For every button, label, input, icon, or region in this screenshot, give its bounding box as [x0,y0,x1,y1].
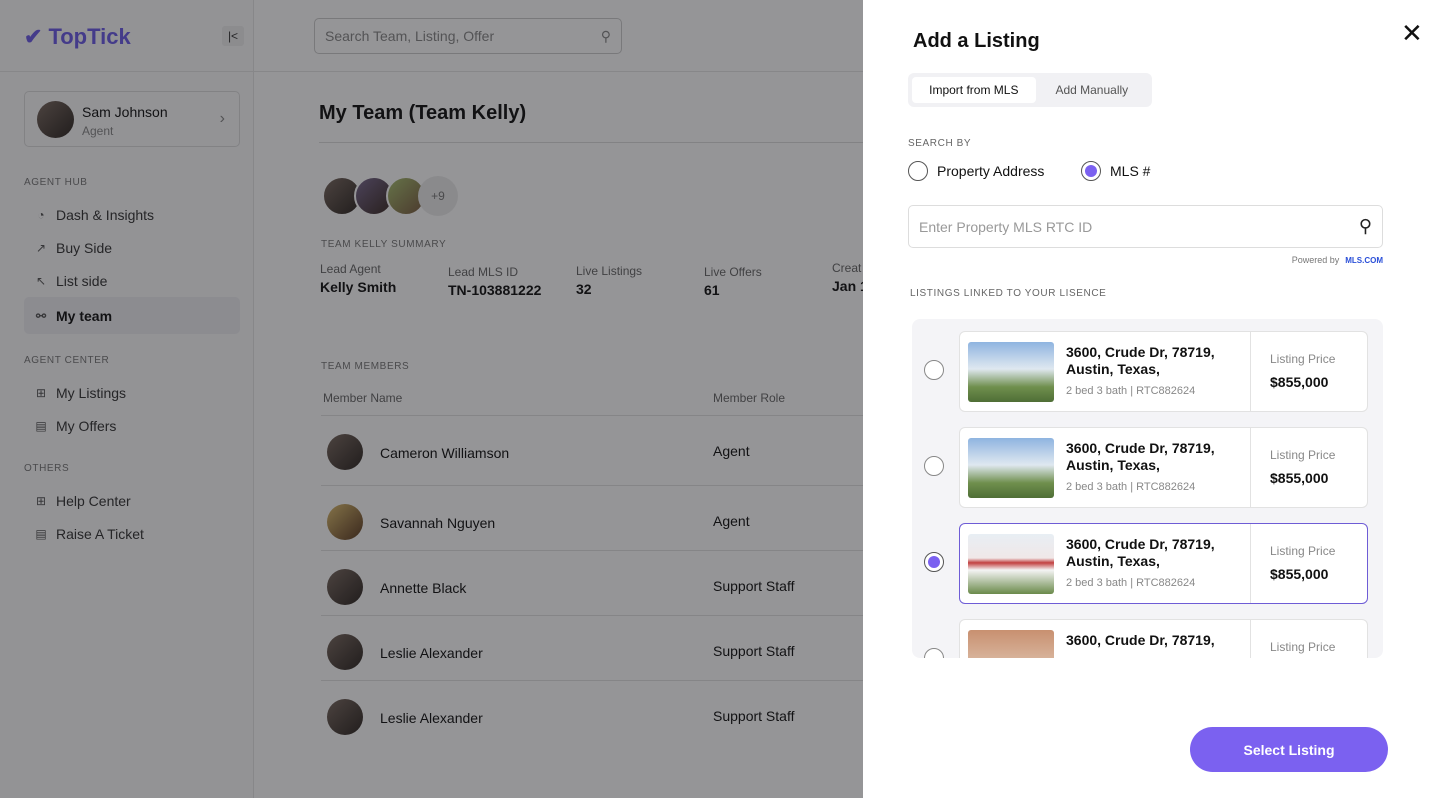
tabs: Import from MLS Add Manually [908,73,1152,107]
listing-address: 3600, Crude Dr, 78719, Austin, Texas, [1066,440,1215,473]
listing-card[interactable]: 3600, Crude Dr, 78719, Listing Price [959,619,1368,658]
placeholder: Enter Property MLS RTC ID [919,218,1093,235]
list-item[interactable]: 3600, Crude Dr, 78719, Austin, Texas, 2 b… [912,523,1383,605]
list-item[interactable]: 3600, Crude Dr, 78719, Austin, Texas, 2 b… [912,427,1383,509]
tab-import-from-mls[interactable]: Import from MLS [912,77,1036,103]
listing-address: 3600, Crude Dr, 78719, Austin, Texas, [1066,344,1215,377]
option-label: MLS # [1110,163,1151,179]
listing-address: 3600, Crude Dr, 78719, [1066,632,1215,648]
mls-id-input[interactable]: Enter Property MLS RTC ID ⚲ [908,205,1383,248]
radio-mls-number[interactable]: MLS # [1081,161,1150,181]
property-image [968,534,1054,594]
radio-button[interactable] [924,456,944,476]
search-icon[interactable]: ⚲ [1359,216,1372,237]
radio-button[interactable] [924,648,944,658]
price-label: Listing Price [1270,544,1336,558]
listing-card[interactable]: 3600, Crude Dr, 78719, Austin, Texas, 2 b… [959,523,1368,604]
listings-list[interactable]: 3600, Crude Dr, 78719, Austin, Texas, 2 b… [912,319,1383,658]
radio-button[interactable] [924,552,944,572]
radio-button[interactable] [908,161,928,181]
listing-meta: 2 bed 3 bath | RTC882624 [1066,577,1196,589]
search-by-label: SEARCH BY [908,138,972,149]
tab-add-manually[interactable]: Add Manually [1036,77,1148,103]
powered-by: Powered by MLS.COM [1292,255,1383,265]
property-image [968,438,1054,498]
select-listing-button[interactable]: Select Listing [1190,727,1388,772]
listing-meta: 2 bed 3 bath | RTC882624 [1066,385,1196,397]
price-value: $855,000 [1270,566,1329,582]
mls-logo: MLS.COM [1345,256,1383,265]
price-label: Listing Price [1270,352,1336,366]
list-item[interactable]: 3600, Crude Dr, 78719, Austin, Texas, 2 b… [912,331,1383,413]
modal-backdrop[interactable] [0,0,863,798]
close-icon[interactable]: ✕ [1401,18,1423,49]
listings-title: LISTINGS LINKED TO YOUR LISENCE [910,288,1107,299]
price-value: $855,000 [1270,374,1329,390]
property-image [968,630,1054,658]
radio-button[interactable] [924,360,944,380]
listing-card[interactable]: 3600, Crude Dr, 78719, Austin, Texas, 2 b… [959,331,1368,412]
price-label: Listing Price [1270,640,1336,654]
list-item[interactable]: 3600, Crude Dr, 78719, Listing Price [912,619,1383,658]
powered-by-label: Powered by [1291,255,1340,265]
listing-address: 3600, Crude Dr, 78719, Austin, Texas, [1066,536,1215,569]
price-label: Listing Price [1270,448,1336,462]
listing-card[interactable]: 3600, Crude Dr, 78719, Austin, Texas, 2 b… [959,427,1368,508]
price-value: $855,000 [1270,470,1329,486]
add-listing-drawer: Add a Listing ✕ Import from MLS Add Manu… [863,0,1440,798]
property-image [968,342,1054,402]
drawer-title: Add a Listing [913,30,1040,52]
radio-button[interactable] [1081,161,1101,181]
listing-meta: 2 bed 3 bath | RTC882624 [1066,481,1196,493]
radio-property-address[interactable]: Property Address [908,161,1044,181]
option-label: Property Address [937,163,1045,179]
